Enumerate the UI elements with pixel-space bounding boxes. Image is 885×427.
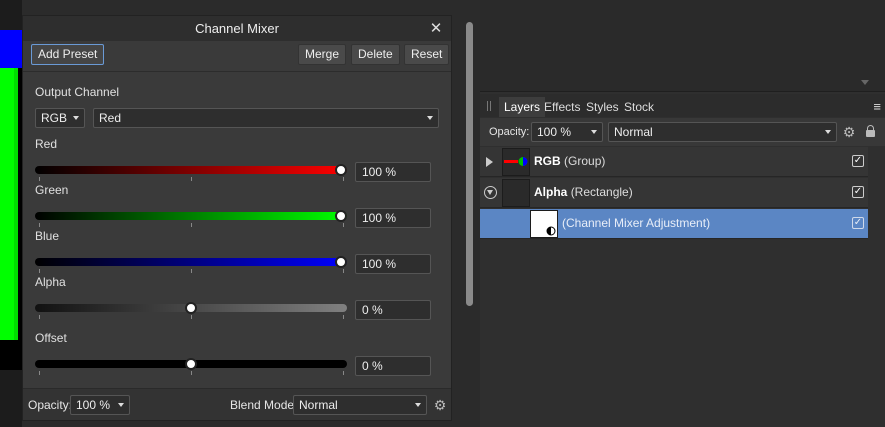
close-icon[interactable]: ✕: [427, 16, 445, 41]
green-slider[interactable]: [35, 210, 347, 222]
channel-mixer-dialog: Channel Mixer ✕ Add Preset Merge Delete …: [22, 15, 452, 421]
adjustment-icon: [546, 226, 556, 236]
gear-icon[interactable]: ⚙: [433, 398, 447, 412]
green-slider-ticks: [35, 223, 347, 227]
reset-button[interactable]: Reset: [404, 44, 450, 65]
panel-tabs: Layers Effects Styles Stock ≡: [480, 94, 885, 117]
blue-slider[interactable]: [35, 256, 347, 268]
layer-name: Alpha (Rectangle): [534, 185, 633, 199]
tab-styles[interactable]: Styles: [581, 97, 624, 117]
tab-stock[interactable]: Stock: [619, 97, 659, 117]
dialog-title-bar: Channel Mixer ✕: [23, 16, 451, 41]
chevron-down-icon: [73, 116, 79, 120]
layer-thumbnail: [502, 148, 530, 176]
slider-label-blue: Blue: [35, 229, 60, 243]
layer-thumbnail: [530, 210, 558, 238]
vertical-scrollbar[interactable]: [462, 0, 476, 427]
canvas-image: [0, 30, 22, 370]
channel-select[interactable]: Red: [93, 108, 439, 128]
offset-slider-ticks: [35, 371, 347, 375]
green-value-field[interactable]: 100 %: [355, 208, 431, 228]
layers-blend-value: Normal: [614, 125, 653, 139]
layer-thumbnail: [502, 179, 530, 207]
green-slider-handle[interactable]: [334, 210, 347, 222]
merge-button[interactable]: Merge: [298, 44, 347, 65]
add-preset-button[interactable]: Add Preset: [31, 44, 105, 65]
output-channel-label: Output Channel: [35, 85, 120, 99]
studio-panel: Layers Effects Styles Stock ≡ Opacity: 1…: [480, 0, 885, 427]
chevron-down-icon: [427, 116, 433, 120]
chevron-down-icon: [591, 130, 597, 134]
chevron-down-icon: [118, 403, 124, 407]
lock-icon[interactable]: [866, 125, 875, 137]
slider-label-alpha: Alpha: [35, 275, 66, 289]
scrollbar-thumb[interactable]: [466, 22, 473, 306]
layers-opacity-select[interactable]: 100 %: [531, 122, 603, 142]
upper-panel: [480, 0, 885, 92]
layer-visibility-checkbox[interactable]: ✓: [852, 155, 864, 167]
collapse-icon[interactable]: [484, 186, 497, 199]
layer-row-channel-mixer[interactable]: (Channel Mixer Adjustment) ✓: [480, 209, 868, 239]
layers-opacity-value: 100 %: [537, 125, 572, 139]
blend-mode-select[interactable]: Normal: [293, 395, 427, 415]
offset-value-field[interactable]: 0 %: [355, 356, 431, 376]
layers-opacity-label: Opacity:: [489, 126, 530, 138]
panel-menu-icon[interactable]: ≡: [873, 99, 881, 114]
blue-value-field[interactable]: 100 %: [355, 254, 431, 274]
alpha-value-field[interactable]: 0 %: [355, 300, 431, 320]
rgb-thumbnail-icon: [504, 157, 528, 166]
layer-name: (Channel Mixer Adjustment): [562, 216, 711, 230]
slider-label-red: Red: [35, 137, 58, 151]
chevron-down-icon[interactable]: [861, 80, 869, 85]
channel-value: Red: [99, 111, 122, 125]
dialog-title: Channel Mixer: [195, 21, 279, 36]
alpha-slider-ticks: [35, 315, 347, 319]
expand-icon[interactable]: [486, 157, 493, 167]
layer-row-rgb[interactable]: RGB (Group) ✓: [480, 147, 868, 177]
layer-name: RGB (Group): [534, 154, 606, 168]
alpha-slider[interactable]: [35, 302, 347, 314]
tab-effects[interactable]: Effects: [539, 97, 585, 117]
red-slider[interactable]: [35, 164, 347, 176]
dialog-footer: Opacity: 100 % Blend Mode: Normal ⚙: [23, 388, 451, 420]
canvas-area: [0, 0, 22, 427]
layer-visibility-checkbox[interactable]: ✓: [852, 217, 864, 229]
chevron-down-icon: [415, 403, 421, 407]
red-value-field[interactable]: 100 %: [355, 162, 431, 182]
layer-row-alpha[interactable]: Alpha (Rectangle) ✓: [480, 178, 868, 208]
blend-mode-value: Normal: [299, 398, 338, 412]
preset-toolbar: Add Preset Merge Delete Reset: [23, 41, 451, 71]
offset-slider[interactable]: [35, 358, 347, 370]
grip-icon[interactable]: [487, 101, 491, 111]
gear-icon[interactable]: ⚙: [842, 125, 856, 139]
blue-slider-ticks: [35, 269, 347, 273]
red-slider-handle[interactable]: [334, 164, 347, 176]
alpha-slider-handle[interactable]: [185, 302, 197, 314]
opacity-label: Opacity:: [28, 398, 73, 412]
offset-slider-handle[interactable]: [185, 358, 197, 370]
layers-toolbar: Opacity: 100 % Normal ⚙: [480, 118, 885, 146]
color-model-select[interactable]: RGB: [35, 108, 85, 128]
blue-slider-handle[interactable]: [334, 256, 347, 268]
opacity-value: 100 %: [76, 398, 111, 412]
chevron-down-icon: [825, 130, 831, 134]
layers-blend-select[interactable]: Normal: [608, 122, 837, 142]
opacity-select[interactable]: 100 %: [70, 395, 130, 415]
red-slider-ticks: [35, 177, 347, 181]
blend-mode-label: Blend Mode:: [230, 398, 298, 412]
layer-visibility-checkbox[interactable]: ✓: [852, 186, 864, 198]
slider-label-offset: Offset: [35, 331, 67, 345]
color-model-value: RGB: [41, 111, 68, 125]
slider-label-green: Green: [35, 183, 69, 197]
delete-button[interactable]: Delete: [351, 44, 400, 65]
